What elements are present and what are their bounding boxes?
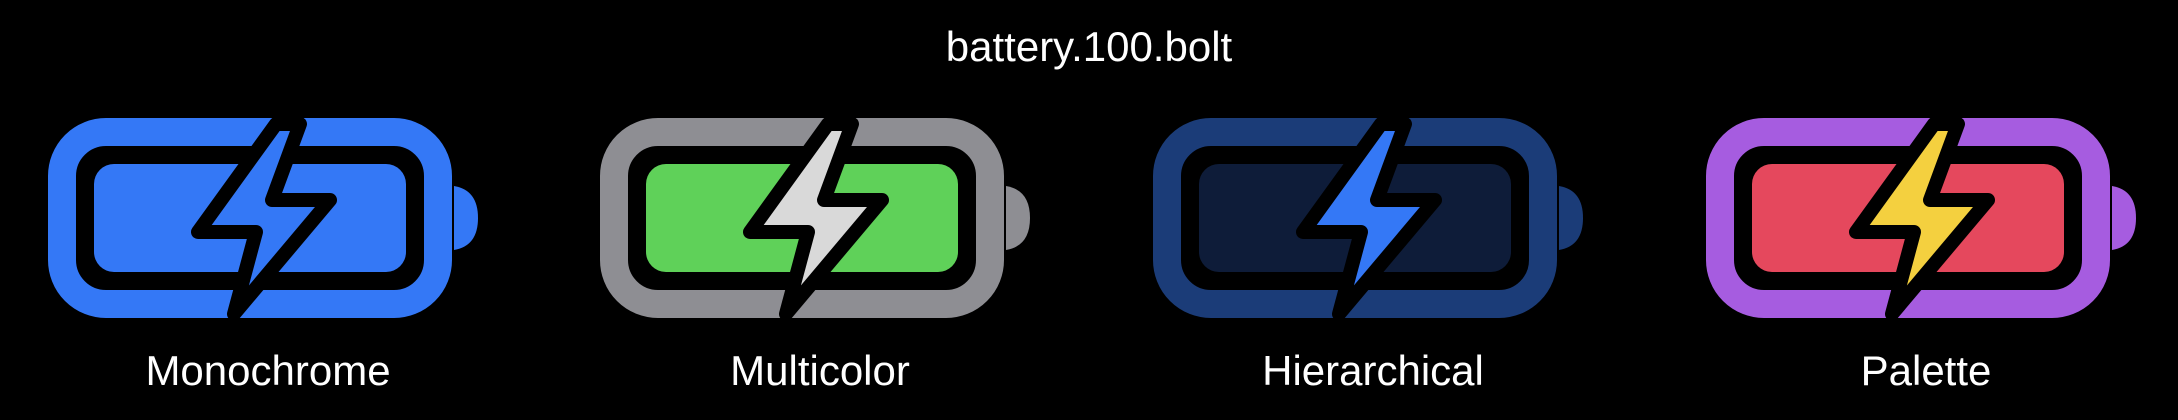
battery-100-bolt-icon (1153, 118, 1583, 318)
symbol-name-title: battery.100.bolt (945, 23, 1233, 70)
battery-100-bolt-icon (600, 118, 1030, 318)
battery-100-bolt-icon (48, 118, 478, 318)
variant-label: Monochrome (145, 347, 391, 394)
variant-label: Multicolor (730, 347, 910, 394)
variant-palette: Palette (1706, 118, 2146, 408)
variant-monochrome: Monochrome (48, 118, 488, 408)
variant-hierarchical: Hierarchical (1153, 118, 1593, 408)
variant-label: Hierarchical (1262, 347, 1484, 394)
battery-100-bolt-icon (1706, 118, 2136, 318)
variant-multicolor: Multicolor (600, 118, 1040, 408)
variant-label: Palette (1860, 347, 1992, 394)
